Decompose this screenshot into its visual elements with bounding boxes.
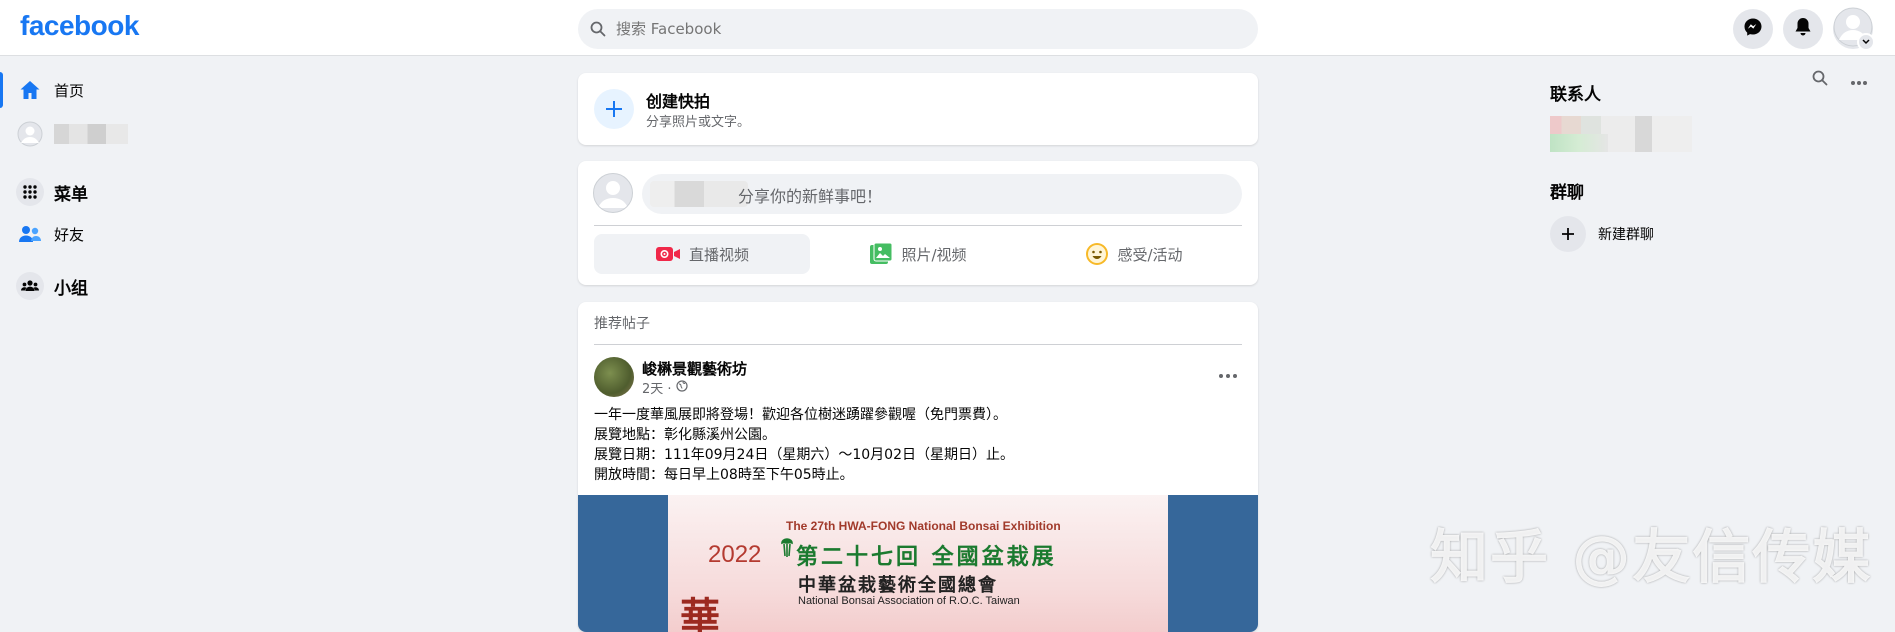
poster-organization: 中華盆栽藝術全國總會 — [798, 575, 998, 596]
search-contacts-icon[interactable] — [1812, 70, 1828, 90]
post-body: 一年一度華風展即將登場！歡迎各位樹迷踴躍參觀喔（免門票費）。 展覽地點：彰化縣溪州… — [594, 405, 1014, 485]
profile-name-blurred — [54, 124, 128, 144]
action-label: 感受/活动 — [1117, 245, 1183, 264]
author-avatar[interactable] — [594, 357, 634, 397]
contact-item-blurred[interactable] — [1550, 116, 1692, 152]
chevron-down-icon — [1857, 33, 1875, 51]
divider — [594, 344, 1242, 345]
sidebar-item-profile[interactable] — [14, 116, 128, 152]
friends-icon — [14, 218, 46, 250]
bonsai-logo-icon — [780, 537, 794, 563]
group-chat-heading: 群聊 — [1550, 183, 1584, 203]
divider — [594, 225, 1242, 226]
photo-video-icon — [869, 242, 893, 266]
live-video-button[interactable]: 直播视频 — [594, 234, 810, 274]
notifications-button[interactable] — [1783, 9, 1823, 49]
account-avatar-button[interactable] — [1833, 7, 1875, 51]
feeling-activity-button[interactable]: 感受/活动 — [1026, 234, 1242, 274]
new-group-chat-button[interactable]: 新建群聊 — [1550, 216, 1654, 252]
post-image[interactable]: The 27th HWA-FONG National Bonsai Exhibi… — [578, 495, 1258, 632]
post-time[interactable]: 2天 · — [642, 378, 672, 397]
groups-icon — [14, 270, 46, 302]
bell-icon — [1794, 17, 1812, 41]
contacts-heading: 联系人 — [1550, 85, 1601, 105]
plus-icon — [1550, 216, 1586, 252]
menu-grid-icon — [14, 176, 46, 208]
recommended-post: 推荐帖子 峻楙景觀藝術坊 2天 · 一年一度華風展即將登場！歡迎各位樹迷踴躍參觀… — [578, 302, 1258, 632]
poster-chinese-title: 第二十七回 全國盆栽展 — [796, 544, 1057, 570]
exhibition-poster: The 27th HWA-FONG National Bonsai Exhibi… — [668, 495, 1168, 632]
top-navigation-bar: facebook — [0, 0, 1895, 56]
globe-icon — [675, 379, 688, 396]
search-box[interactable] — [578, 9, 1258, 49]
poster-year: 2022 — [708, 541, 762, 568]
messenger-icon — [1743, 17, 1763, 41]
story-subtitle: 分享照片或文字。 — [646, 115, 751, 130]
feeling-icon — [1085, 242, 1109, 266]
sidebar-item-label: 首页 — [54, 81, 85, 100]
action-label: 直播视频 — [688, 245, 749, 264]
post-line: 展覽日期：111年09月24日（星期六）～10月02日（星期日）止。 — [594, 447, 1014, 463]
photo-video-button[interactable]: 照片/视频 — [810, 234, 1026, 274]
avatar[interactable] — [593, 173, 633, 213]
active-indicator — [0, 72, 3, 108]
action-label: 照片/视频 — [901, 245, 967, 264]
sidebar-item-groups[interactable]: 小组 — [14, 268, 88, 304]
story-title: 创建快拍 — [646, 92, 711, 111]
live-video-icon — [655, 244, 681, 264]
post-meta: 2天 · — [642, 378, 688, 397]
composer-placeholder: 分享你的新鲜事吧！ — [738, 187, 883, 206]
post-line: 開放時間：每日早上08時至下午05時止。 — [594, 467, 854, 483]
create-story-card[interactable]: 创建快拍 分享照片或文字。 — [578, 73, 1258, 145]
search-icon — [590, 20, 608, 38]
sidebar-item-label: 好友 — [54, 225, 85, 244]
user-name-blurred — [650, 181, 748, 207]
post-composer: 分享你的新鲜事吧！ 直播视频 照片/视频 感受/活动 — [578, 161, 1258, 285]
home-icon — [14, 74, 46, 106]
new-group-chat-label: 新建群聊 — [1598, 227, 1654, 243]
post-line: 一年一度華風展即將登場！歡迎各位樹迷踴躍參觀喔（免門票費）。 — [594, 407, 1007, 423]
more-options-icon[interactable] — [1850, 71, 1868, 90]
poster-english-title: The 27th HWA-FONG National Bonsai Exhibi… — [786, 519, 1061, 533]
sidebar-item-menu[interactable]: 菜单 — [14, 174, 88, 210]
post-line: 展覽地點：彰化縣溪州公園。 — [594, 427, 776, 443]
watermark: 知乎 @友信传媒 — [1430, 523, 1873, 591]
sidebar-item-label: 菜单 — [54, 184, 88, 205]
sidebar-item-home[interactable]: 首页 — [14, 72, 84, 108]
search-input[interactable] — [614, 19, 1218, 39]
sidebar-item-friends[interactable]: 好友 — [14, 216, 84, 252]
messenger-button[interactable] — [1733, 9, 1773, 49]
sidebar-item-label: 小组 — [54, 278, 88, 299]
more-options-icon[interactable] — [1218, 364, 1238, 383]
profile-avatar — [14, 118, 46, 150]
facebook-logo[interactable]: facebook — [20, 10, 139, 42]
section-label: 推荐帖子 — [594, 316, 650, 332]
post-author[interactable]: 峻楙景觀藝術坊 — [642, 358, 747, 379]
poster-organization-english: National Bonsai Association of R.O.C. Ta… — [798, 595, 1020, 607]
plus-icon[interactable] — [594, 89, 634, 129]
